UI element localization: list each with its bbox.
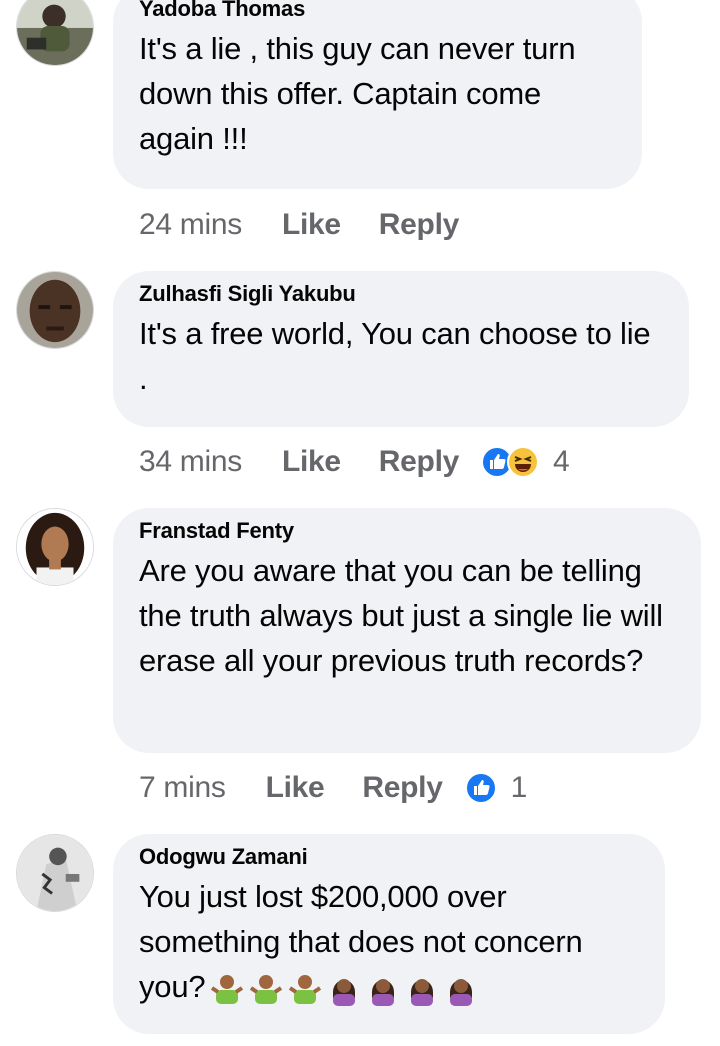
facepalm-emoji	[327, 972, 361, 1006]
reply-button[interactable]: Reply	[379, 445, 460, 479]
comment-text: Are you aware that you can be telling th…	[139, 553, 663, 678]
comment-text: It's a lie , this guy can never turn dow…	[139, 31, 576, 156]
shrug-emoji	[210, 972, 244, 1006]
comment-author[interactable]: Odogwu Zamani	[139, 842, 641, 872]
avatar[interactable]	[16, 0, 94, 66]
avatar[interactable]	[16, 271, 94, 349]
haha-icon	[507, 446, 539, 478]
comment-text: It's a free world, You can choose to lie…	[139, 316, 651, 396]
shrug-emoji	[288, 972, 322, 1006]
emoji-row	[205, 972, 478, 1006]
comment-time[interactable]: 34 mins	[139, 445, 242, 479]
comment-time[interactable]: 7 mins	[139, 771, 226, 805]
comment-bubble: Zulhasfi Sigli Yakubu It's a free world,…	[113, 271, 689, 427]
like-button[interactable]: Like	[282, 445, 341, 479]
shrug-emoji	[249, 972, 283, 1006]
facepalm-emoji	[444, 972, 478, 1006]
reaction-count: 1	[510, 771, 528, 804]
like-button[interactable]: Like	[266, 771, 325, 805]
reaction-count: 4	[553, 445, 570, 478]
avatar[interactable]	[16, 834, 94, 912]
facepalm-emoji	[405, 972, 439, 1006]
comment-bubble: Yadoba Thomas It's a lie , this guy can …	[113, 0, 642, 189]
reply-button[interactable]: Reply	[379, 208, 460, 242]
comment-time[interactable]: 24 mins	[139, 208, 242, 242]
avatar[interactable]	[16, 508, 94, 586]
comment-actions: 7 mins Like Reply 1	[139, 768, 527, 808]
reaction-summary[interactable]: 1	[464, 771, 528, 805]
comment-author[interactable]: Franstad Fenty	[139, 516, 677, 546]
comment-author[interactable]: Yadoba Thomas	[139, 0, 618, 24]
reaction-summary[interactable]: 4	[481, 445, 570, 479]
comment-actions: 24 mins Like Reply	[139, 205, 481, 245]
comment-bubble: Odogwu Zamani You just lost $200,000 ove…	[113, 834, 665, 1034]
comment-thread: Yadoba Thomas It's a lie , this guy can …	[0, 0, 720, 1046]
comment-text: You just lost $200,000 over something th…	[139, 874, 641, 1009]
like-button[interactable]: Like	[282, 208, 341, 242]
like-icon	[464, 772, 497, 804]
facepalm-emoji	[366, 972, 400, 1006]
comment-bubble: Franstad Fenty Are you aware that you ca…	[113, 508, 701, 753]
comment-actions: 34 mins Like Reply 4	[139, 442, 570, 482]
comment-author[interactable]: Zulhasfi Sigli Yakubu	[139, 279, 665, 309]
reply-button[interactable]: Reply	[362, 771, 443, 805]
